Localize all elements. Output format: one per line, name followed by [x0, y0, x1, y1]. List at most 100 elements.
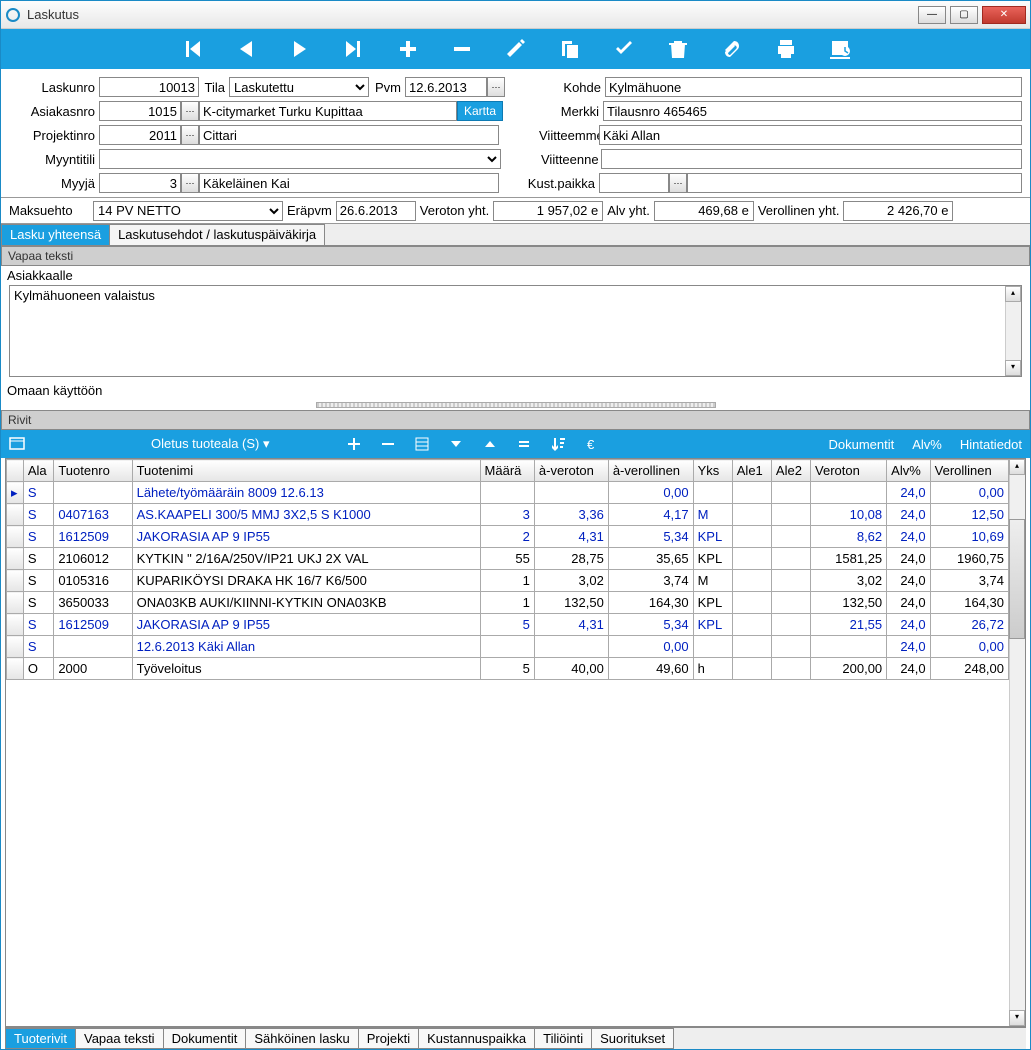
- cell[interactable]: 10,08: [811, 504, 887, 526]
- next-record-icon[interactable]: [287, 36, 313, 62]
- cell[interactable]: 4,31: [534, 614, 608, 636]
- cell[interactable]: 3,02: [534, 570, 608, 592]
- cell[interactable]: [54, 482, 132, 504]
- cell[interactable]: 24,0: [887, 658, 930, 680]
- cell[interactable]: 40,00: [534, 658, 608, 680]
- cell[interactable]: [732, 636, 771, 658]
- cell[interactable]: KPL: [693, 526, 732, 548]
- cell[interactable]: 1: [480, 570, 534, 592]
- tab-lasku-yhteensa[interactable]: Lasku yhteensä: [1, 224, 110, 245]
- cell[interactable]: S: [23, 636, 53, 658]
- kohde-field[interactable]: [605, 77, 1022, 97]
- cell[interactable]: 200,00: [811, 658, 887, 680]
- cell[interactable]: 26,72: [930, 614, 1008, 636]
- cell[interactable]: 28,75: [534, 548, 608, 570]
- cell[interactable]: KPL: [693, 548, 732, 570]
- cell[interactable]: [54, 636, 132, 658]
- col-header[interactable]: à-verollinen: [608, 460, 693, 482]
- cell[interactable]: S: [23, 614, 53, 636]
- cell[interactable]: [771, 504, 810, 526]
- cell[interactable]: 2106012: [54, 548, 132, 570]
- cell[interactable]: 0,00: [608, 482, 693, 504]
- cell[interactable]: [811, 482, 887, 504]
- row-marker[interactable]: [7, 526, 24, 548]
- cell[interactable]: 0105316: [54, 570, 132, 592]
- maximize-button[interactable]: ▢: [950, 6, 978, 24]
- projektinro-field[interactable]: [99, 125, 181, 145]
- last-record-icon[interactable]: [341, 36, 367, 62]
- cell[interactable]: M: [693, 570, 732, 592]
- cell[interactable]: [732, 658, 771, 680]
- cell[interactable]: [693, 636, 732, 658]
- cell[interactable]: 12.6.2013 Käki Allan: [132, 636, 480, 658]
- grid-scroll-down-icon[interactable]: ▾: [1009, 1010, 1025, 1026]
- pvm-field[interactable]: [405, 77, 487, 97]
- viitteemme-field[interactable]: [599, 125, 1022, 145]
- myyntitili-select[interactable]: [99, 149, 501, 169]
- settings-icon[interactable]: [827, 36, 853, 62]
- viitteenne-field[interactable]: [601, 149, 1022, 169]
- myyja-name-field[interactable]: [199, 173, 499, 193]
- cell[interactable]: 3,02: [811, 570, 887, 592]
- laskunro-field[interactable]: [99, 77, 199, 97]
- projekti-lookup-button[interactable]: ⋯: [181, 125, 199, 145]
- table-row[interactable]: S12.6.2013 Käki Allan0,0024,00,00: [7, 636, 1009, 658]
- cell[interactable]: 24,0: [887, 504, 930, 526]
- bottom-tab[interactable]: Sähköinen lasku: [245, 1028, 358, 1049]
- cell[interactable]: 0,00: [930, 482, 1008, 504]
- kustpaikka-lookup-button[interactable]: ⋯: [669, 173, 687, 193]
- cell[interactable]: ONA03KB AUKI/KIINNI-KYTKIN ONA03KB: [132, 592, 480, 614]
- confirm-icon[interactable]: [611, 36, 637, 62]
- cell[interactable]: 4,17: [608, 504, 693, 526]
- row-marker[interactable]: ▸: [7, 482, 24, 504]
- tila-select[interactable]: Laskutettu: [229, 77, 369, 97]
- table-row[interactable]: S1612509JAKORASIA AP 9 IP5554,315,34KPL2…: [7, 614, 1009, 636]
- cell[interactable]: 4,31: [534, 526, 608, 548]
- cell[interactable]: 2000: [54, 658, 132, 680]
- kartta-button[interactable]: Kartta: [457, 101, 503, 121]
- row-sort-icon[interactable]: [550, 436, 566, 452]
- cell[interactable]: h: [693, 658, 732, 680]
- row-euro-icon[interactable]: €: [584, 436, 600, 452]
- oletus-dropdown[interactable]: Oletus tuoteala (S) ▾: [151, 436, 270, 452]
- cell[interactable]: [480, 482, 534, 504]
- cell[interactable]: 10,69: [930, 526, 1008, 548]
- window-icon[interactable]: [9, 436, 25, 452]
- table-row[interactable]: O2000Työveloitus540,0049,60h200,0024,024…: [7, 658, 1009, 680]
- cell[interactable]: 1612509: [54, 614, 132, 636]
- col-header[interactable]: Verollinen: [930, 460, 1008, 482]
- table-row[interactable]: S3650033ONA03KB AUKI/KIINNI-KYTKIN ONA03…: [7, 592, 1009, 614]
- cell[interactable]: S: [23, 570, 53, 592]
- cell[interactable]: [771, 548, 810, 570]
- cell[interactable]: [771, 658, 810, 680]
- col-header[interactable]: Alv%: [887, 460, 930, 482]
- table-row[interactable]: S0407163AS.KAAPELI 300/5 MMJ 3X2,5 S K10…: [7, 504, 1009, 526]
- table-row[interactable]: S0105316KUPARIKÖYSI DRAKA HK 16/7 K6/500…: [7, 570, 1009, 592]
- copy-icon[interactable]: [557, 36, 583, 62]
- cell[interactable]: S: [23, 482, 53, 504]
- maksuehto-select[interactable]: 14 PV NETTO: [93, 201, 283, 221]
- cell[interactable]: [732, 548, 771, 570]
- cell[interactable]: 3,36: [534, 504, 608, 526]
- cell[interactable]: 3: [480, 504, 534, 526]
- cell[interactable]: O: [23, 658, 53, 680]
- remove-icon[interactable]: [449, 36, 475, 62]
- cell[interactable]: 1612509: [54, 526, 132, 548]
- cell[interactable]: 49,60: [608, 658, 693, 680]
- row-equals-icon[interactable]: [516, 436, 532, 452]
- bottom-tab[interactable]: Kustannuspaikka: [418, 1028, 535, 1049]
- cell[interactable]: [771, 614, 810, 636]
- asiakkaalle-textarea[interactable]: Kylmähuoneen valaistus ▴ ▾: [9, 285, 1022, 377]
- cell[interactable]: 164,30: [608, 592, 693, 614]
- myyja-lookup-button[interactable]: ⋯: [181, 173, 199, 193]
- cell[interactable]: [811, 636, 887, 658]
- row-marker[interactable]: [7, 636, 24, 658]
- cell[interactable]: 5,34: [608, 614, 693, 636]
- asiakasnro-field[interactable]: [99, 101, 181, 121]
- cell[interactable]: 24,0: [887, 570, 930, 592]
- cell[interactable]: 21,55: [811, 614, 887, 636]
- cell[interactable]: KYTKIN " 2/16A/250V/IP21 UKJ 2X VAL: [132, 548, 480, 570]
- print-icon[interactable]: [773, 36, 799, 62]
- cell[interactable]: JAKORASIA AP 9 IP55: [132, 614, 480, 636]
- cell[interactable]: 24,0: [887, 592, 930, 614]
